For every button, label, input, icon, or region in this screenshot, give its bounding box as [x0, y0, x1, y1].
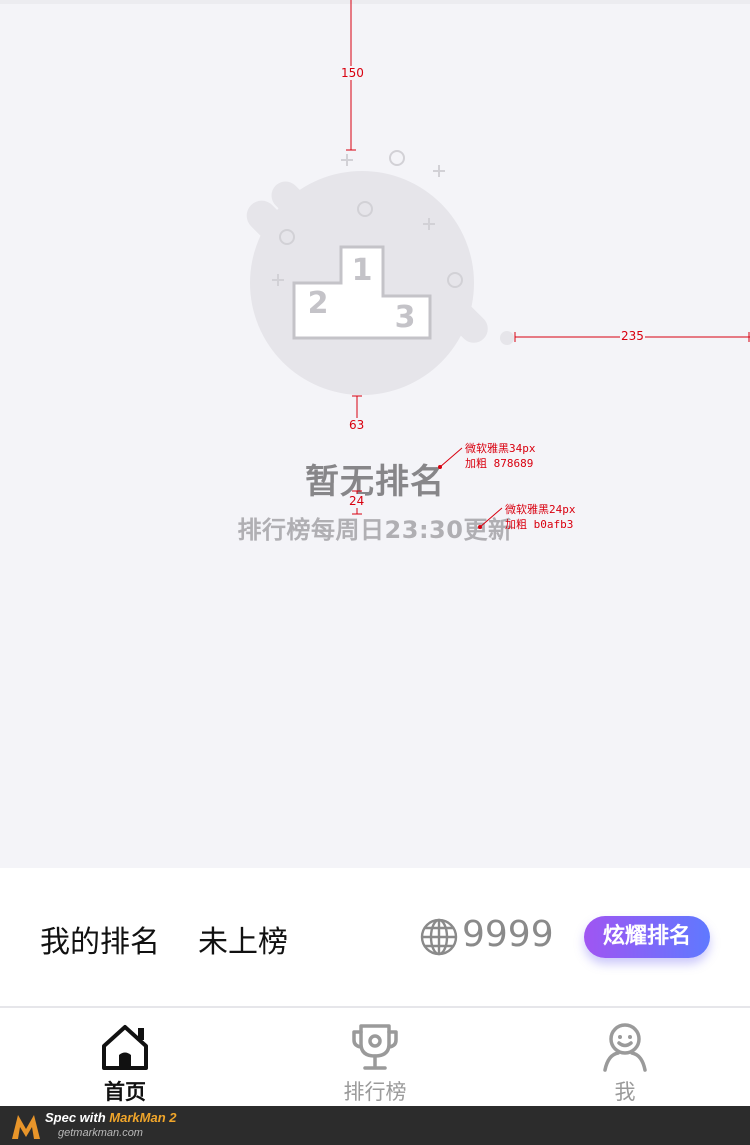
podium-third: 3: [395, 300, 416, 335]
my-rank-bar: 我的排名 未上榜 9999 炫耀排名: [0, 868, 750, 1006]
bottom-tab-bar: 首页 排行榜 我: [0, 1008, 750, 1106]
spec-dim-top: 150: [340, 66, 365, 80]
globe-icon: [420, 918, 458, 956]
home-icon: [102, 1025, 148, 1070]
podium-illustration: 1 2 3: [246, 0, 750, 420]
markman-logo-icon: [12, 1115, 40, 1139]
markman-title: Spec with MarkMan 2: [45, 1110, 177, 1125]
user-icon: [603, 1023, 647, 1072]
tab-leaderboard-label: 排行榜: [343, 1080, 407, 1104]
show-off-rank-button[interactable]: 炫耀排名: [584, 916, 710, 958]
trophy-icon: [352, 1024, 398, 1070]
spec-dim-right: 235: [620, 329, 645, 343]
tab-me-label: 我: [614, 1080, 636, 1104]
markman-footer: Spec with MarkMan 2 getmarkman.com: [0, 1106, 750, 1145]
spec-title-note: 微软雅黑34px 加粗 878689: [465, 442, 536, 470]
markman-title-prefix: Spec with: [45, 1110, 110, 1125]
markman-url: getmarkman.com: [58, 1127, 143, 1139]
podium-second: 2: [308, 286, 329, 321]
markman-brand: MarkMan 2: [109, 1110, 177, 1125]
spec-dim-gap1: 63: [348, 418, 366, 432]
my-rank-count: 9999: [462, 914, 554, 955]
tab-home[interactable]: 首页: [0, 1008, 250, 1106]
my-rank-label: 我的排名: [40, 925, 160, 960]
spec-dim-gap2: 24: [348, 494, 366, 508]
spec-subtitle-note: 微软雅黑24px 加粗 b0afb3: [505, 503, 576, 531]
spec-leaders: [352, 447, 503, 529]
tab-me[interactable]: 我: [500, 1008, 750, 1106]
tab-home-label: 首页: [104, 1080, 146, 1104]
tab-leaderboard[interactable]: 排行榜: [250, 1008, 500, 1106]
podium-first: 1: [352, 253, 373, 288]
my-rank-status: 未上榜: [198, 925, 288, 960]
